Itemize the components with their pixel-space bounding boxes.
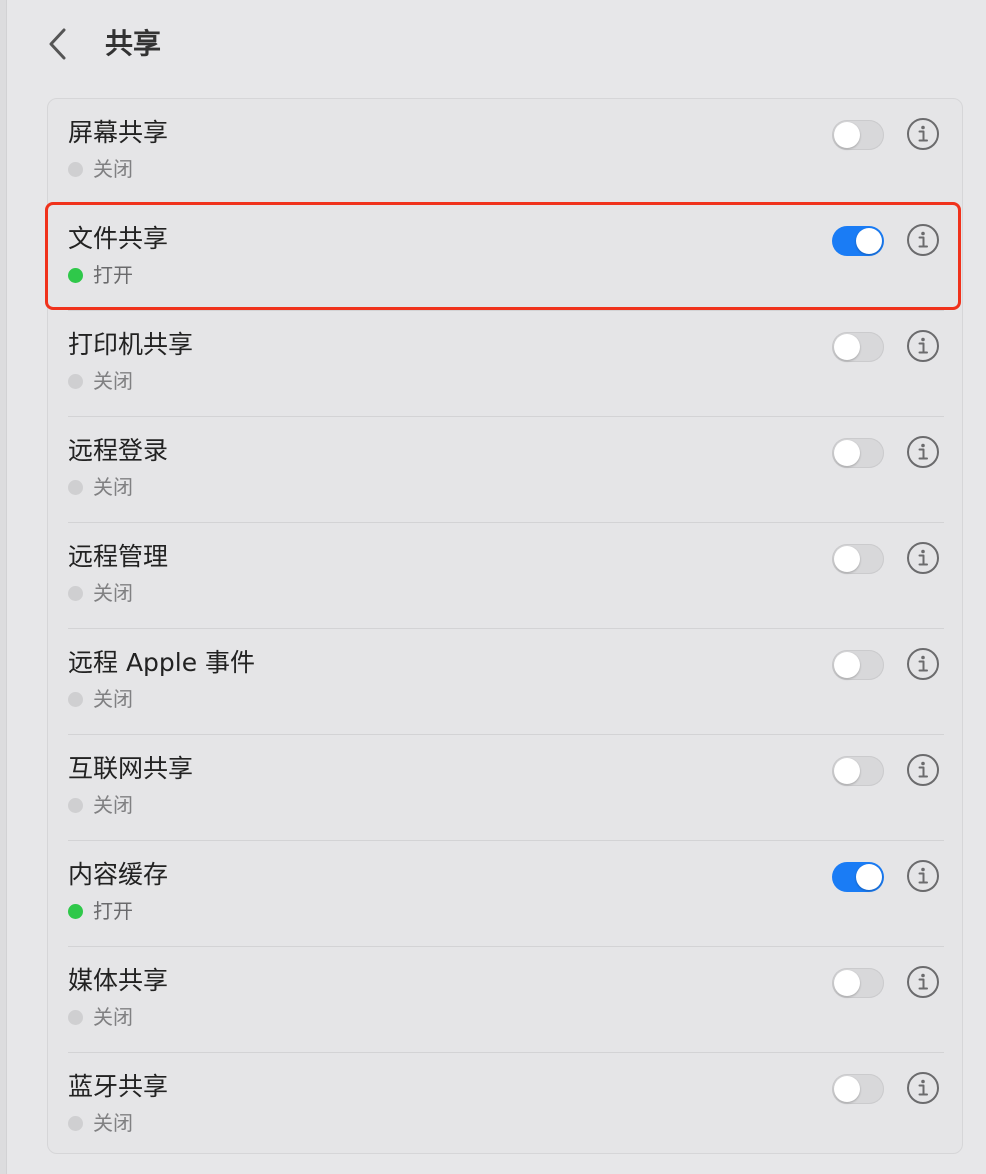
info-circle-icon [907, 648, 939, 680]
info-circle-icon [907, 330, 939, 362]
status-text: 关闭 [93, 1005, 133, 1029]
service-row[interactable]: 屏幕共享关闭 [48, 99, 962, 205]
service-row[interactable]: 互联网共享关闭 [48, 735, 962, 841]
service-toggle[interactable] [832, 756, 884, 786]
toggle-knob [834, 652, 860, 678]
status-text: 关闭 [93, 1111, 133, 1135]
service-status: 关闭 [68, 685, 133, 713]
service-status: 关闭 [68, 155, 133, 183]
service-status: 关闭 [68, 579, 133, 607]
toggle-knob [834, 758, 860, 784]
info-circle-icon [907, 860, 939, 892]
status-text: 打开 [93, 899, 133, 923]
service-toggle[interactable] [832, 544, 884, 574]
service-name: 文件共享 [68, 224, 169, 253]
status-off-dot-icon [68, 1115, 83, 1131]
toggle-knob [834, 440, 860, 466]
service-toggle[interactable] [832, 650, 884, 680]
info-button[interactable] [906, 1071, 940, 1105]
service-row[interactable]: 文件共享打开 [48, 205, 962, 311]
status-off-dot-icon [68, 585, 83, 601]
service-toggle[interactable] [832, 438, 884, 468]
sharing-services-list: 屏幕共享 关闭 文件共享 打开 打印机共享 关闭 远程登录 关闭 远程管理 关闭 远程 Apple … [47, 98, 963, 1154]
service-status: 打开 [68, 897, 133, 925]
info-circle-icon [907, 1072, 939, 1104]
info-circle-icon [907, 754, 939, 786]
status-off-dot-icon [68, 161, 83, 177]
service-name: 打印机共享 [68, 330, 194, 359]
status-on-dot-icon [68, 903, 83, 919]
toggle-knob [834, 1076, 860, 1102]
service-status: 关闭 [68, 473, 133, 501]
service-toggle[interactable] [832, 226, 884, 256]
back-button[interactable] [43, 24, 75, 64]
service-toggle[interactable] [832, 862, 884, 892]
service-status: 关闭 [68, 1003, 133, 1031]
service-status: 关闭 [68, 791, 133, 819]
toggle-knob [856, 864, 882, 890]
info-button[interactable] [906, 753, 940, 787]
toggle-knob [856, 228, 882, 254]
service-name: 远程管理 [68, 542, 169, 571]
service-name: 内容缓存 [68, 860, 169, 889]
service-status: 关闭 [68, 1109, 133, 1137]
status-text: 打开 [93, 263, 133, 287]
status-on-dot-icon [68, 267, 83, 283]
service-name: 蓝牙共享 [68, 1072, 169, 1101]
service-row[interactable]: 远程 Apple 事件关闭 [48, 629, 962, 735]
status-text: 关闭 [93, 475, 133, 499]
info-button[interactable] [906, 541, 940, 575]
status-text: 关闭 [93, 157, 133, 181]
info-circle-icon [907, 118, 939, 150]
toggle-knob [834, 122, 860, 148]
info-circle-icon [907, 966, 939, 998]
info-button[interactable] [906, 435, 940, 469]
info-button[interactable] [906, 859, 940, 893]
info-button[interactable] [906, 223, 940, 257]
status-off-dot-icon [68, 373, 83, 389]
page-title: 共享 [105, 27, 162, 60]
sharing-settings-window: 共享 屏幕共享 关闭 文件共享 打开 打印机共享 关闭 远程登录 关闭 远程管理 关闭 远程 App… [6, 0, 986, 1174]
status-text: 关闭 [93, 793, 133, 817]
toggle-knob [834, 970, 860, 996]
service-row[interactable]: 蓝牙共享关闭 [48, 1053, 962, 1159]
header: 共享 [7, 0, 986, 90]
info-circle-icon [907, 542, 939, 574]
service-toggle[interactable] [832, 120, 884, 150]
chevron-left-icon [49, 28, 66, 60]
status-text: 关闭 [93, 581, 133, 605]
info-circle-icon [907, 436, 939, 468]
status-off-dot-icon [68, 691, 83, 707]
service-row[interactable]: 远程管理关闭 [48, 523, 962, 629]
info-button[interactable] [906, 647, 940, 681]
service-row[interactable]: 远程登录关闭 [48, 417, 962, 523]
info-button[interactable] [906, 117, 940, 151]
service-row[interactable]: 媒体共享关闭 [48, 947, 962, 1053]
service-name: 互联网共享 [68, 754, 194, 783]
status-off-dot-icon [68, 1009, 83, 1025]
service-row[interactable]: 内容缓存打开 [48, 841, 962, 947]
service-row[interactable]: 打印机共享关闭 [48, 311, 962, 417]
service-name: 媒体共享 [68, 966, 169, 995]
info-button[interactable] [906, 329, 940, 363]
service-toggle[interactable] [832, 1074, 884, 1104]
info-circle-icon [907, 224, 939, 256]
toggle-knob [834, 546, 860, 572]
status-text: 关闭 [93, 369, 133, 393]
service-toggle[interactable] [832, 968, 884, 998]
service-toggle[interactable] [832, 332, 884, 362]
service-status: 关闭 [68, 367, 133, 395]
service-name: 远程 Apple 事件 [68, 648, 256, 677]
service-name: 屏幕共享 [68, 118, 169, 147]
status-off-dot-icon [68, 479, 83, 495]
status-text: 关闭 [93, 687, 133, 711]
service-status: 打开 [68, 261, 133, 289]
status-off-dot-icon [68, 797, 83, 813]
service-name: 远程登录 [68, 436, 169, 465]
info-button[interactable] [906, 965, 940, 999]
toggle-knob [834, 334, 860, 360]
